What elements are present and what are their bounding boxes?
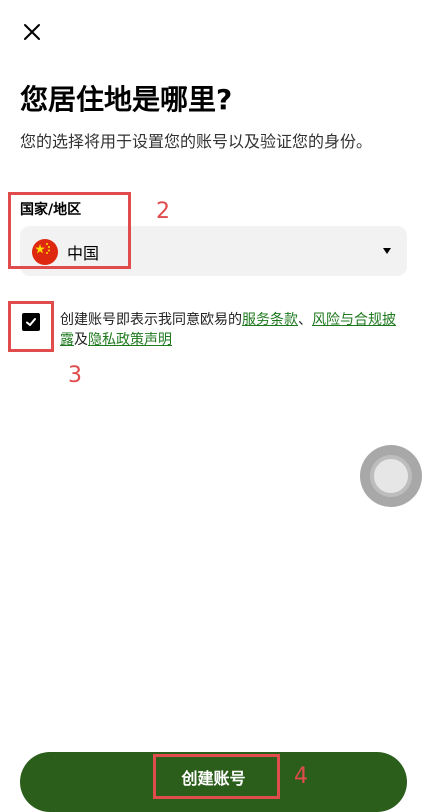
close-button[interactable] <box>18 18 46 46</box>
annotation-box-2 <box>8 192 131 269</box>
annotation-box-4 <box>153 754 280 799</box>
annotation-number-2: 2 <box>156 199 170 224</box>
dropdown-caret-icon <box>383 248 391 254</box>
floating-assist-button[interactable] <box>360 445 422 507</box>
close-icon <box>24 24 40 40</box>
page-title: 您居住地是哪里? <box>20 83 233 116</box>
page-subtitle: 您的选择将用于设置您的账号以及验证您的身份。 <box>20 132 373 151</box>
annotation-number-4: 4 <box>294 764 308 789</box>
agreement-prefix: 创建账号即表示我同意欧易的 <box>60 312 242 328</box>
agreement-sep-1: 、 <box>298 312 312 328</box>
annotation-number-3: 3 <box>68 363 82 388</box>
agreement-sep-2: 及 <box>74 332 88 348</box>
floating-assist-ring <box>370 455 412 497</box>
terms-of-service-link[interactable]: 服务条款 <box>242 312 298 328</box>
privacy-policy-link[interactable]: 隐私政策声明 <box>88 332 172 348</box>
agreement-text: 创建账号即表示我同意欧易的服务条款、风险与合规披露及隐私政策声明 <box>60 310 405 350</box>
annotation-box-3 <box>8 301 54 352</box>
